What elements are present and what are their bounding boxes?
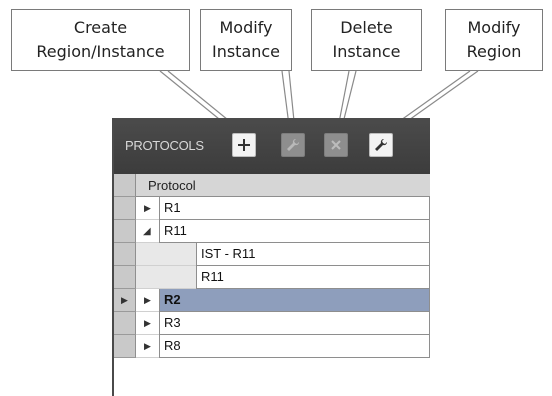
protocol-cell[interactable]: R11: [196, 266, 430, 289]
delete-instance-callout: Delete Instance: [311, 9, 422, 71]
expand-cell[interactable]: ▶: [136, 312, 159, 335]
row-selector[interactable]: [114, 335, 136, 358]
callout-line-1: Create: [73, 18, 128, 37]
grid-header-row: Protocol: [114, 174, 430, 197]
table-row[interactable]: ◢ R11: [114, 220, 430, 243]
expand-cell[interactable]: ▶: [136, 335, 159, 358]
row-selector[interactable]: [114, 220, 136, 243]
modify-region-button[interactable]: [369, 133, 393, 157]
column-header-protocol[interactable]: Protocol: [136, 174, 430, 197]
callout-line-1: Modify: [467, 18, 521, 37]
callout-line-2: Instance: [332, 42, 401, 61]
expand-cell[interactable]: ◢: [136, 220, 159, 243]
protocol-cell[interactable]: R11: [159, 220, 430, 243]
table-row-selected[interactable]: ▶ ▶ R2: [114, 289, 430, 312]
current-row-indicator-icon: ▶: [121, 295, 128, 305]
expand-arrow-icon[interactable]: ▶: [144, 318, 151, 329]
expand-cell: [136, 266, 159, 289]
modify-instance-callout: Modify Instance: [200, 9, 292, 71]
table-row[interactable]: ▶ R1: [114, 197, 430, 220]
protocol-cell[interactable]: R1: [159, 197, 430, 220]
collapse-arrow-icon[interactable]: ◢: [143, 226, 151, 237]
protocol-cell[interactable]: R8: [159, 335, 430, 358]
row-selector[interactable]: [114, 243, 136, 266]
table-row[interactable]: ▶ R3: [114, 312, 430, 335]
header-row-selector: [114, 174, 136, 197]
delete-instance-button[interactable]: [324, 133, 348, 157]
protocol-cell[interactable]: R3: [159, 312, 430, 335]
expand-cell[interactable]: ▶: [136, 289, 159, 312]
table-row[interactable]: IST - R11: [114, 243, 430, 266]
expand-arrow-icon[interactable]: ▶: [144, 203, 151, 214]
expand-arrow-icon[interactable]: ▶: [144, 295, 151, 306]
callout-line-1: Delete: [340, 18, 393, 37]
expand-cell: [136, 243, 159, 266]
plus-icon: [238, 139, 250, 151]
table-row[interactable]: ▶ R8: [114, 335, 430, 358]
protocol-grid: Protocol ▶ R1 ◢ R11 IST - R11 R11 ▶ ▶ R2…: [114, 174, 430, 396]
x-icon: [331, 140, 341, 150]
callout-line-2: Region/Instance: [36, 42, 165, 61]
protocol-cell[interactable]: R2: [159, 289, 430, 312]
indent-cell: [159, 266, 196, 289]
create-region-instance-button[interactable]: [232, 133, 256, 157]
row-selector[interactable]: ▶: [114, 289, 136, 312]
row-selector[interactable]: [114, 312, 136, 335]
wrench-icon: [287, 138, 300, 151]
indent-cell: [159, 243, 196, 266]
expand-cell[interactable]: ▶: [136, 197, 159, 220]
protocols-panel: PROTOCOLS Protocol ▶ R1 ◢ R11 IST - R11 …: [112, 118, 430, 396]
callout-line-2: Instance: [211, 42, 281, 61]
callout-line-2: Region: [466, 42, 522, 61]
protocols-toolbar: PROTOCOLS: [114, 118, 430, 174]
callout-line-1: Modify: [219, 18, 273, 37]
create-region-instance-callout: Create Region/Instance: [11, 9, 190, 71]
modify-region-callout: Modify Region: [445, 9, 543, 71]
panel-title: PROTOCOLS: [125, 138, 204, 153]
row-selector[interactable]: [114, 266, 136, 289]
expand-arrow-icon[interactable]: ▶: [144, 341, 151, 352]
wrench-icon: [375, 138, 388, 151]
protocol-cell[interactable]: IST - R11: [196, 243, 430, 266]
modify-instance-button[interactable]: [281, 133, 305, 157]
row-selector[interactable]: [114, 197, 136, 220]
table-row[interactable]: R11: [114, 266, 430, 289]
